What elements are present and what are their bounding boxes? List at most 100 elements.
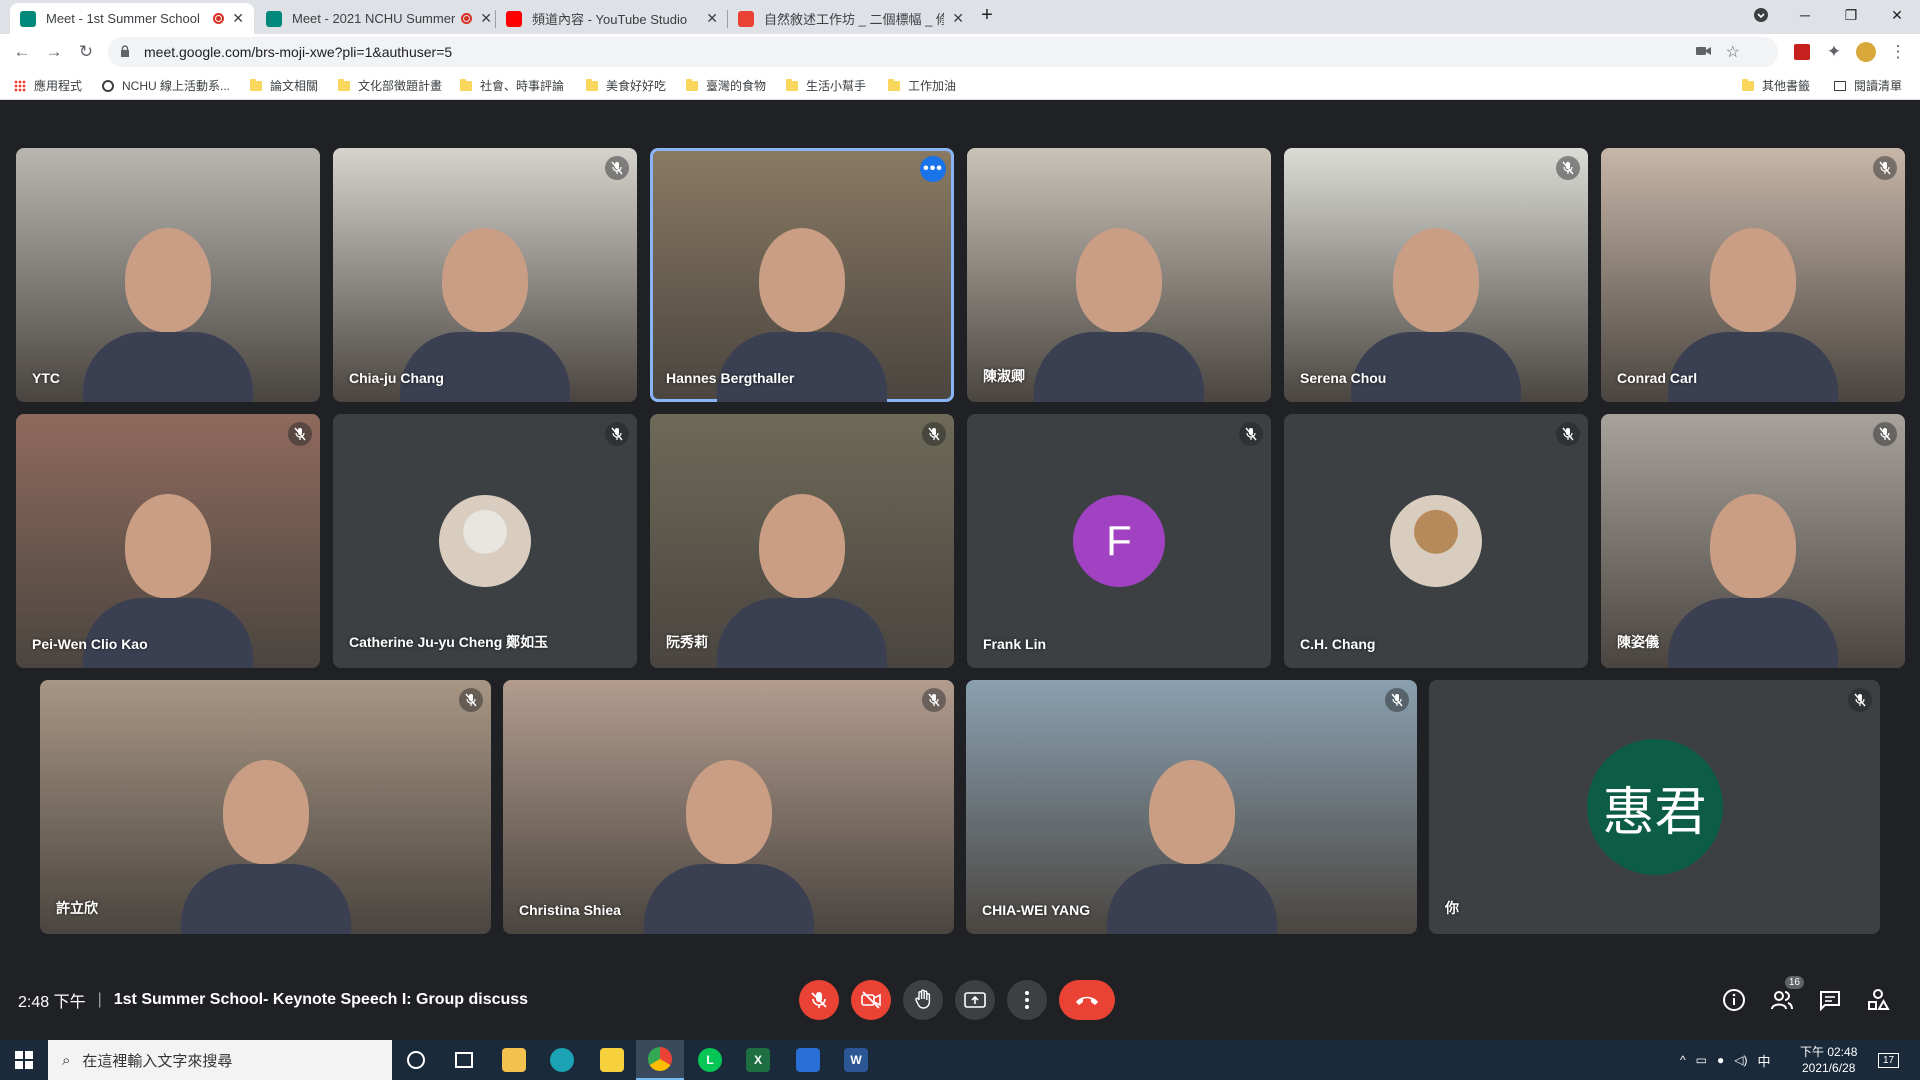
participant-name: YTC [32,370,60,386]
word-icon[interactable]: W [832,1040,880,1080]
reading-list-icon [1834,80,1846,91]
participant-tile[interactable]: F Frank Lin [967,414,1271,668]
leave-call-button[interactable] [1059,980,1115,1020]
browser-tab[interactable]: Meet - 2021 NCHU Summer ✕ [256,3,502,34]
browser-menu-icon[interactable]: ⋮ [1886,40,1910,64]
participant-tile[interactable]: Christina Shiea [503,680,954,934]
bookmark-item[interactable]: 文化部徵題計畫 [338,77,442,94]
chat-icon[interactable] [1814,984,1846,1016]
bookmark-item[interactable]: 工作加油 [888,77,956,94]
participant-video-feed [1106,760,1277,934]
bookmark-item[interactable]: 生活小幫手 [786,77,866,94]
url-text: meet.google.com/brs-moji-xwe?pli=1&authu… [144,44,453,60]
participant-tile[interactable]: Conrad Carl [1601,148,1905,402]
new-tab-icon[interactable]: + [964,0,1010,30]
more-vert-icon [1025,991,1029,1009]
bookmark-item[interactable]: 美食好好吃 [586,77,666,94]
close-tab-icon[interactable]: ✕ [232,10,244,27]
tile-options-icon[interactable]: ••• [920,156,946,182]
bookmark-item[interactable]: 臺灣的食物 [686,77,766,94]
sticky-notes-icon[interactable] [588,1040,636,1080]
participant-tile[interactable]: Pei-Wen Clio Kao [16,414,320,668]
forward-icon[interactable]: → [42,40,66,64]
people-count-badge: 16 [1784,976,1804,989]
volume-icon[interactable]: ◁) [1734,1053,1747,1067]
tray-chevron-icon[interactable]: ^ [1680,1053,1686,1067]
bookmark-label: 其他書籤 [1762,79,1811,93]
microphone-tray-icon[interactable]: ● [1717,1053,1724,1067]
participant-tile[interactable]: ••• Hannes Bergthaller [650,148,954,402]
raise-hand-button[interactable] [903,980,943,1020]
participant-tile[interactable]: 阮秀莉 [650,414,954,668]
system-tray: ^ ▭ ● ◁) 中 [1680,1040,1784,1080]
browser-tab[interactable]: 自然敘述工作坊 _ 二個標幅 _ 修正 ✕ [728,3,974,34]
microphone-off-button[interactable] [799,980,839,1020]
close-tab-icon[interactable]: ✕ [480,10,492,27]
participant-tile[interactable]: YTC [16,148,320,402]
bookmark-star-icon[interactable]: ☆ [1726,42,1740,62]
mic-off-icon [811,992,827,1008]
present-now-button[interactable] [955,980,995,1020]
back-icon[interactable]: ← [10,40,34,64]
camera-in-use-icon[interactable] [1696,44,1712,63]
profile-avatar[interactable] [1854,40,1878,64]
participant-tile[interactable]: C.H. Chang [1284,414,1588,668]
participant-tile[interactable]: Catherine Ju-yu Cheng 鄭如玉 [333,414,637,668]
cortana-icon[interactable] [392,1040,440,1080]
photos-icon[interactable] [784,1040,832,1080]
excel-icon[interactable]: X [734,1040,782,1080]
mic-muted-icon [1873,422,1897,446]
people-button[interactable]: 16 [1766,976,1804,1016]
participant-tile[interactable]: CHIA-WEI YANG [966,680,1417,934]
more-options-button[interactable] [1007,980,1047,1020]
participant-tile[interactable]: 陳淑卿 [967,148,1271,402]
tab-search-icon[interactable] [1738,0,1784,30]
taskbar-clock[interactable]: 下午 02:48 2021/6/28 [1800,1040,1857,1080]
browser-tab[interactable]: 頻道內容 - YouTube Studio ✕ [496,3,728,34]
participant-tile[interactable]: 許立欣 [40,680,491,934]
bookmark-label: 社會、時事評論 [480,79,565,93]
folder-icon [686,78,698,91]
address-bar[interactable]: meet.google.com/brs-moji-xwe?pli=1&authu… [108,37,1778,67]
bookmark-item[interactable]: NCHU 線上活動系... [102,77,230,94]
participant-tile[interactable]: Chia-ju Chang [333,148,637,402]
participant-tile[interactable]: 陳姿儀 [1601,414,1905,668]
participant-tile[interactable]: 惠君你 [1429,680,1880,934]
bookmark-item[interactable]: 閱讀清單 [1834,77,1902,94]
close-tab-icon[interactable]: ✕ [706,10,718,27]
meeting-info-icon[interactable] [1718,984,1750,1016]
taskbar-search-box[interactable]: ⌕ 在這裡輸入文字來搜尋 [48,1040,392,1080]
close-window-icon[interactable]: ✕ [1874,0,1920,30]
mic-muted-icon [1873,156,1897,180]
minimize-icon[interactable]: ─ [1782,0,1828,30]
hand-icon [915,989,931,1009]
camera-off-button[interactable] [851,980,891,1020]
bookmark-item[interactable]: 應用程式 [14,77,82,94]
ime-indicator[interactable]: 中 [1757,1051,1770,1070]
close-tab-icon[interactable]: ✕ [952,10,964,27]
participant-name: C.H. Chang [1300,636,1376,652]
line-icon[interactable]: L [686,1040,734,1080]
participant-name: Pei-Wen Clio Kao [32,636,148,652]
extensions-puzzle-icon[interactable]: ✦ [1822,40,1846,64]
bookmark-item[interactable]: 論文相關 [250,77,318,94]
letter-avatar: F [1073,495,1165,587]
chrome-icon[interactable] [636,1040,684,1080]
file-explorer-icon[interactable] [490,1040,538,1080]
participant-name: CHIA-WEI YANG [982,902,1091,918]
reload-icon[interactable]: ↻ [74,40,98,64]
activities-icon[interactable] [1862,984,1894,1016]
edge-icon[interactable] [538,1040,586,1080]
bookmark-item[interactable]: 其他書籤 [1742,77,1810,94]
maximize-icon[interactable]: ❐ [1828,0,1874,30]
pdf-extension-icon[interactable] [1790,40,1814,64]
task-view-icon[interactable] [440,1040,488,1080]
folder-icon [786,78,798,91]
notification-center-icon[interactable]: 17 [1878,1040,1900,1080]
windows-start-icon[interactable] [0,1040,48,1080]
bookmark-item[interactable]: 社會、時事評論 [460,77,564,94]
network-icon[interactable]: ▭ [1696,1053,1707,1067]
windows-taskbar: ⌕ 在這裡輸入文字來搜尋 L X W ^ ▭ ● ◁) 中 下午 02:48 2… [0,1040,1920,1080]
browser-tab[interactable]: Meet - 1st Summer School ✕ [10,3,254,34]
participant-tile[interactable]: Serena Chou [1284,148,1588,402]
